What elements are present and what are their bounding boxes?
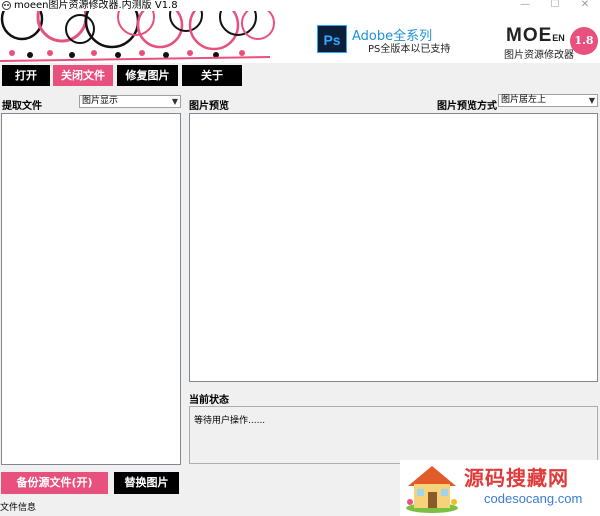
- logo-main-text: MOE: [506, 25, 553, 46]
- preview-mode-label: 图片预览方式: [437, 101, 497, 112]
- watermark: 源码搜藏网 codesocang.com: [400, 460, 600, 516]
- chevron-down-icon: ▼: [171, 97, 178, 106]
- display-mode-value: 图片显示: [82, 96, 119, 106]
- file-info-label: 文件信息: [0, 503, 37, 513]
- preview-mode-value: 图片居左上: [501, 95, 547, 105]
- title-bar: moeen图片资源修改器.内测版 V1.8 — ☐ ✕: [0, 0, 600, 11]
- extract-file-label: 提取文件: [2, 101, 42, 112]
- app-icon: [2, 1, 11, 10]
- maximize-button[interactable]: ☐: [540, 0, 570, 11]
- current-status-label: 当前状态: [189, 395, 229, 406]
- window-title: moeen图片资源修改器.内测版 V1.8: [14, 0, 178, 11]
- backup-source-button[interactable]: 备份源文件(开): [1, 472, 108, 494]
- minimize-button[interactable]: —: [510, 0, 540, 11]
- about-button[interactable]: 关于: [182, 65, 242, 86]
- logo-subtitle: 图片资源修改器: [504, 50, 574, 61]
- watermark-url: codesocang.com: [484, 491, 583, 506]
- status-box: 等待用户操作......: [189, 406, 598, 464]
- image-preview-label: 图片预览: [189, 101, 229, 112]
- photoshop-icon: Ps: [317, 25, 347, 53]
- image-preview-area: [189, 113, 598, 382]
- house-icon: [406, 466, 458, 513]
- logo-suffix-text: EN: [552, 33, 565, 43]
- open-button[interactable]: 打开: [2, 65, 50, 86]
- moeen-logo: MOEEN: [506, 25, 565, 47]
- chevron-down-icon: ▼: [588, 96, 595, 105]
- replace-image-button[interactable]: 替换图片: [114, 472, 179, 494]
- version-badge: 1.8: [570, 27, 598, 55]
- extracted-file-list[interactable]: [1, 113, 181, 465]
- close-file-button[interactable]: 关闭文件: [53, 65, 113, 86]
- preview-mode-select[interactable]: 图片居左上 ▼: [498, 94, 598, 107]
- banner: Ps Adobe全系列 PS全版本以已支持 MOEEN 图片资源修改器 1.8: [0, 11, 600, 63]
- ps-support-label: PS全版本以已支持: [368, 44, 451, 55]
- watermark-title: 源码搜藏网: [464, 466, 569, 490]
- status-text: 等待用户操作......: [194, 416, 266, 426]
- repair-image-button[interactable]: 修复图片: [117, 65, 178, 86]
- close-button[interactable]: ✕: [570, 0, 600, 11]
- display-mode-select[interactable]: 图片显示 ▼: [79, 95, 181, 108]
- circles-decoration: [0, 11, 275, 62]
